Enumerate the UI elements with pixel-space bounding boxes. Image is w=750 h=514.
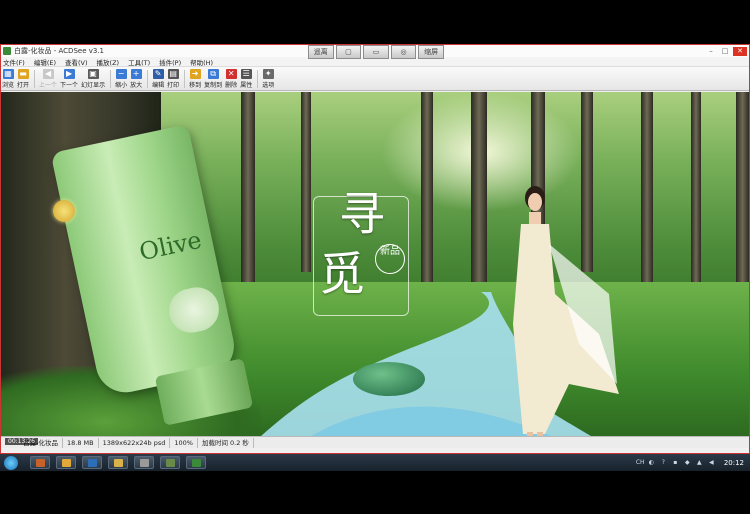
slogan-new-product-seal: 新品 bbox=[375, 244, 405, 274]
open-button[interactable]: ▬ 打开 bbox=[17, 67, 29, 89]
edit-icon: ✎ bbox=[152, 69, 164, 79]
float-button-shrink[interactable]: 缩屏 bbox=[418, 45, 444, 59]
status-dimensions: 1389x622x24b psd bbox=[99, 437, 171, 448]
taskbar-app-4[interactable] bbox=[108, 456, 128, 469]
floating-video-controls: 遥离 ▢ ▭ ◎ 缩屏 bbox=[308, 45, 444, 61]
window-title: 白露-化妆品 - ACDSee v3.1 bbox=[14, 47, 105, 55]
photoshop-icon bbox=[87, 458, 97, 467]
copy-to-button[interactable]: ⧉ 复制到 bbox=[204, 67, 222, 89]
recording-time-overlay: 00:13:26 bbox=[5, 438, 38, 445]
toolbar-separator bbox=[110, 70, 112, 88]
slogan-char-1: 寻 bbox=[339, 187, 385, 241]
model-figure bbox=[513, 186, 619, 436]
menu-tools[interactable]: 工具(T) bbox=[128, 57, 150, 67]
volume-icon[interactable]: ◀ bbox=[708, 459, 715, 466]
zoom-in-button[interactable]: + 放大 bbox=[130, 67, 142, 89]
taskbar-clock[interactable]: 20:12 bbox=[724, 459, 744, 467]
folder-icon bbox=[113, 458, 123, 467]
tray-app-icon[interactable]: ▪ bbox=[672, 459, 679, 466]
menu-help[interactable]: 帮助(H) bbox=[190, 57, 213, 67]
acdsee-icon bbox=[191, 458, 201, 467]
delete-icon: ✕ bbox=[225, 69, 237, 79]
float-button-3[interactable]: ▭ bbox=[363, 45, 389, 59]
menu-play[interactable]: 播放(Z) bbox=[97, 57, 120, 67]
tree-trunk bbox=[241, 92, 255, 292]
print-icon: ▤ bbox=[167, 69, 179, 79]
move-button[interactable]: ➜ 移到 bbox=[189, 67, 201, 89]
toolbar-separator bbox=[34, 70, 36, 88]
taskbar-app-3[interactable] bbox=[82, 456, 102, 469]
zoom-out-button[interactable]: − 缩小 bbox=[115, 67, 127, 89]
taskbar-app-acdsee[interactable] bbox=[186, 456, 206, 469]
toolbar-separator bbox=[147, 70, 149, 88]
properties-button[interactable]: ☰ 属性 bbox=[240, 67, 252, 89]
start-button[interactable] bbox=[4, 455, 18, 470]
shield-icon[interactable]: ◆ bbox=[684, 459, 691, 466]
app-icon bbox=[3, 47, 11, 55]
maximize-button[interactable]: □ bbox=[719, 47, 731, 56]
app-icon bbox=[61, 458, 71, 467]
print-button[interactable]: ▤ 打印 bbox=[167, 67, 179, 89]
edit-button[interactable]: ✎ 编辑 bbox=[152, 67, 164, 89]
previous-icon: ◀ bbox=[42, 69, 54, 79]
next-button[interactable]: ▶ 下一个 bbox=[60, 67, 78, 89]
menu-view[interactable]: 查看(V) bbox=[65, 57, 88, 67]
toolbar-separator bbox=[257, 70, 259, 88]
float-button-4[interactable]: ◎ bbox=[390, 45, 417, 59]
system-tray: CH ◐ ? ▪ ◆ ▲ ◀ 20:12 bbox=[636, 459, 750, 467]
help-icon[interactable]: ? bbox=[660, 459, 667, 466]
zoom-in-icon: + bbox=[130, 69, 142, 79]
browse-button[interactable]: ▦ 浏览 bbox=[2, 67, 14, 89]
menu-edit[interactable]: 编辑(E) bbox=[34, 57, 56, 67]
menu-file[interactable]: 文件(F) bbox=[3, 57, 25, 67]
zoom-out-icon: − bbox=[115, 69, 127, 79]
next-icon: ▶ bbox=[63, 69, 75, 79]
tree-trunk bbox=[421, 92, 433, 292]
toolbar: ▦ 浏览 ▬ 打开 ◀ 上一个 ▶ 下一个 ▣ 幻灯显示 − 缩小 + 放大 ✎… bbox=[1, 67, 749, 91]
float-button-restore[interactable]: 遥离 bbox=[308, 45, 334, 59]
menu-plugins[interactable]: 插件(P) bbox=[159, 57, 181, 67]
app-icon bbox=[165, 458, 175, 467]
screen: 遥离 ▢ ▭ ◎ 缩屏 白露-化妆品 - ACDSee v3.1 – □ ✕ 文… bbox=[0, 0, 750, 514]
close-button[interactable]: ✕ bbox=[733, 46, 747, 56]
mossy-rock bbox=[353, 362, 425, 396]
taskbar-app-6[interactable] bbox=[160, 456, 180, 469]
app-icon bbox=[139, 458, 149, 467]
acdsee-window: 白露-化妆品 - ACDSee v3.1 – □ ✕ 文件(F) 编辑(E) 查… bbox=[0, 44, 750, 454]
slogan-char-2: 觅 bbox=[319, 247, 365, 301]
tree-trunk bbox=[471, 92, 487, 302]
slideshow-icon: ▣ bbox=[87, 69, 99, 79]
delete-button[interactable]: ✕ 删除 bbox=[225, 67, 237, 89]
tree-trunk bbox=[691, 92, 701, 292]
move-icon: ➜ bbox=[189, 69, 201, 79]
float-button-2[interactable]: ▢ bbox=[335, 45, 362, 59]
minimize-button[interactable]: – bbox=[705, 47, 717, 56]
slideshow-button[interactable]: ▣ 幻灯显示 bbox=[81, 67, 105, 89]
window-controls: – □ ✕ bbox=[705, 46, 749, 56]
cursor-highlight-icon bbox=[53, 200, 75, 222]
image-viewport[interactable]: Olive 寻 觅 新品 bbox=[1, 92, 749, 436]
copy-icon: ⧉ bbox=[207, 69, 219, 79]
status-load-time: 加载时间 0.2 秒 bbox=[198, 437, 254, 448]
status-zoom: 100% bbox=[170, 437, 198, 448]
browse-icon: ▦ bbox=[2, 69, 14, 79]
taskbar-app-5[interactable] bbox=[134, 456, 154, 469]
language-icon[interactable]: CH bbox=[636, 459, 645, 466]
options-icon: ✦ bbox=[262, 69, 274, 79]
properties-icon: ☰ bbox=[240, 69, 252, 79]
app-icon bbox=[35, 458, 45, 467]
toolbar-separator bbox=[184, 70, 186, 88]
status-bar: 白露-化妆品 18.8 MB 1389x622x24b psd 100% 加载时… bbox=[1, 436, 749, 448]
taskbar-app-1[interactable] bbox=[30, 456, 50, 469]
status-filesize: 18.8 MB bbox=[63, 437, 99, 448]
taskbar: CH ◐ ? ▪ ◆ ▲ ◀ 20:12 bbox=[0, 454, 750, 471]
network-icon[interactable]: ▲ bbox=[696, 459, 703, 466]
ime-icon[interactable]: ◐ bbox=[648, 459, 655, 466]
tree-trunk bbox=[641, 92, 653, 292]
taskbar-app-2[interactable] bbox=[56, 456, 76, 469]
tree-trunk bbox=[301, 92, 311, 272]
open-folder-icon: ▬ bbox=[17, 69, 29, 79]
options-button[interactable]: ✦ 选项 bbox=[262, 67, 274, 89]
previous-button[interactable]: ◀ 上一个 bbox=[39, 67, 57, 89]
